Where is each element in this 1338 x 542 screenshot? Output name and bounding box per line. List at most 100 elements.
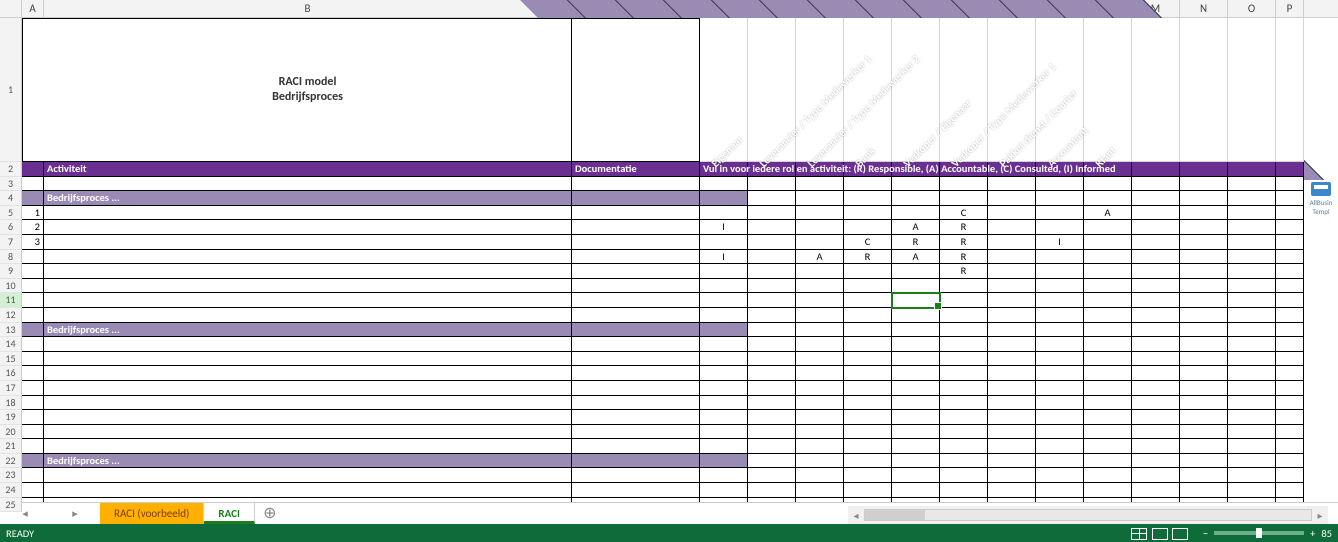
row-3: 3 <box>0 177 1338 192</box>
cell-L2[interactable] <box>1084 162 1132 177</box>
zoom-out-icon[interactable]: − <box>1203 527 1208 540</box>
cell-E2[interactable] <box>748 162 796 177</box>
cell-F2[interactable] <box>796 162 844 177</box>
zoom-in-icon[interactable]: + <box>1310 527 1315 540</box>
scroll-thumb[interactable] <box>865 510 925 520</box>
status-ready: READY <box>6 527 34 540</box>
row-14: 14 <box>0 337 1338 352</box>
col-header-J[interactable]: J <box>988 0 1036 17</box>
cell-A1[interactable] <box>22 18 44 162</box>
tab-prev-icon[interactable]: ◂ <box>22 507 28 520</box>
col-header-K[interactable]: K <box>1036 0 1084 17</box>
cell-I2[interactable] <box>940 162 988 177</box>
row-2: 2 Activiteit Documentatie Vul in voor ie… <box>0 162 1338 177</box>
normal-view-icon[interactable] <box>1131 528 1147 540</box>
col-header-C[interactable]: C <box>572 0 700 17</box>
col-header-A[interactable]: A <box>22 0 44 17</box>
row-header-4[interactable]: 4 <box>0 191 22 206</box>
col-header-B[interactable]: B <box>44 0 572 17</box>
col-header-N[interactable]: N <box>1180 0 1228 17</box>
section-3-title[interactable]: Bedrijfsproces ... <box>44 454 572 469</box>
template-watermark-icon: AllBusin Templ <box>1306 182 1336 216</box>
cell-M1[interactable] <box>1132 18 1180 162</box>
add-sheet-button[interactable]: ⊕ <box>255 503 285 524</box>
scroll-right-icon[interactable]: ▸ <box>1312 509 1328 522</box>
cell-C1[interactable] <box>572 18 700 162</box>
active-cell[interactable] <box>892 293 940 308</box>
zoom-slider-track[interactable] <box>1214 531 1304 535</box>
row-20: 20 <box>0 425 1338 440</box>
cell-F1[interactable] <box>796 18 844 162</box>
row-23: 23 <box>0 468 1338 483</box>
cell-L1[interactable] <box>1084 18 1132 162</box>
cell-B2[interactable]: Activiteit <box>44 162 572 177</box>
cell-A2[interactable] <box>22 162 44 177</box>
cell-E1[interactable] <box>748 18 796 162</box>
sheet-tab-voorbeeld[interactable]: RACI (voorbeeld) <box>100 503 204 524</box>
cell-O2[interactable] <box>1228 162 1276 177</box>
cell-D2[interactable]: Vul in voor iedere rol en activiteit: (R… <box>700 162 748 177</box>
row-21: 21 <box>0 439 1338 454</box>
col-header-O[interactable]: O <box>1228 0 1276 17</box>
row-9: 9 R <box>0 264 1338 279</box>
horizontal-scrollbar[interactable]: ◂ ▸ <box>848 506 1328 524</box>
sheet-tab-raci[interactable]: RACI <box>204 503 254 524</box>
cell-K1[interactable] <box>1036 18 1084 162</box>
cell-N2[interactable] <box>1180 162 1228 177</box>
col-header-P[interactable]: P <box>1276 0 1304 17</box>
col-header-D[interactable]: D <box>700 0 748 17</box>
zoom-slider-thumb[interactable] <box>1256 528 1262 538</box>
row-13: 13 Bedrijfsproces ... <box>0 323 1338 338</box>
cell-B1[interactable]: RACI model Bedrijfsproces <box>44 18 572 162</box>
scroll-track[interactable] <box>864 509 1312 521</box>
col-header-H[interactable]: H <box>892 0 940 17</box>
row-1: 1 RACI model Bedrijfsproces <box>0 18 1338 162</box>
title-line-2: Bedrijfsproces <box>272 90 343 105</box>
row-18: 18 <box>0 396 1338 411</box>
cell-J1[interactable] <box>988 18 1036 162</box>
cell-P2[interactable] <box>1276 162 1304 177</box>
col-header-I[interactable]: I <box>940 0 988 17</box>
cell-N1[interactable] <box>1180 18 1228 162</box>
page-layout-view-icon[interactable] <box>1152 528 1168 540</box>
col-header-L[interactable]: L <box>1084 0 1132 17</box>
row-17: 17 <box>0 381 1338 396</box>
row-6: 6 2 I A R <box>0 220 1338 235</box>
row-5: 5 1 C A <box>0 206 1338 221</box>
cell-I1[interactable] <box>940 18 988 162</box>
zoom-value[interactable]: 85 <box>1321 527 1332 540</box>
cell-J2[interactable] <box>988 162 1036 177</box>
cell-P1[interactable] <box>1276 18 1304 162</box>
cell-C2[interactable]: Documentatie <box>572 162 700 177</box>
title-block: RACI model Bedrijfsproces <box>44 18 572 162</box>
cell-H2[interactable] <box>892 162 940 177</box>
row-12: 12 <box>0 308 1338 323</box>
row-4: 4 Bedrijfsproces ... <box>0 191 1338 206</box>
row-header-1[interactable]: 1 <box>0 18 22 162</box>
cell-K2[interactable] <box>1036 162 1084 177</box>
select-all-corner[interactable] <box>0 0 22 17</box>
col-header-G[interactable]: G <box>844 0 892 17</box>
cell-M2[interactable] <box>1132 162 1180 177</box>
row-header-2[interactable]: 2 <box>0 162 22 177</box>
row-header-3[interactable]: 3 <box>0 177 22 192</box>
tab-next-icon[interactable]: ▸ <box>72 507 78 520</box>
section-1-title[interactable]: Bedrijfsproces ... <box>44 191 572 206</box>
col-header-F[interactable]: F <box>796 0 844 17</box>
col-header-E[interactable]: E <box>748 0 796 17</box>
cell-G1[interactable] <box>844 18 892 162</box>
cell-O1[interactable] <box>1228 18 1276 162</box>
page-break-view-icon[interactable] <box>1172 528 1188 540</box>
cell-H1[interactable] <box>892 18 940 162</box>
status-bar: READY − + 85 <box>0 524 1338 542</box>
section-2-title[interactable]: Bedrijfsproces ... <box>44 323 572 338</box>
row-22: 22 Bedrijfsproces ... <box>0 454 1338 469</box>
scroll-left-icon[interactable]: ◂ <box>848 509 864 522</box>
view-mode-buttons[interactable] <box>1130 526 1189 540</box>
cell-D1[interactable] <box>700 18 748 162</box>
cell-G2[interactable] <box>844 162 892 177</box>
row-11: 11 <box>0 293 1338 308</box>
zoom-control[interactable]: − + 85 <box>1203 527 1332 540</box>
worksheet-grid[interactable]: Eigenaar Leverancier / Type Medewerker 1… <box>0 18 1338 512</box>
col-header-M[interactable]: M <box>1132 0 1180 17</box>
